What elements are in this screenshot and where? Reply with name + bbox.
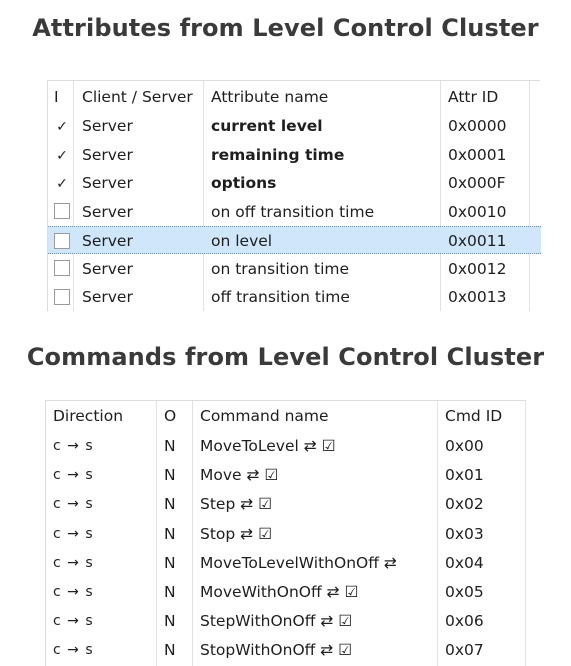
direction-cell: c → s bbox=[53, 554, 94, 571]
include-cell: ✓ bbox=[53, 112, 71, 140]
cmd-id-cell: 0x03 bbox=[445, 524, 484, 543]
command-row[interactable]: c → s N StepWithOnOff ⇄ ☑ 0x06 bbox=[46, 607, 526, 635]
attributes-section-title: Attributes from Level Control Cluster bbox=[32, 14, 539, 42]
empty-checkbox-icon[interactable] bbox=[54, 288, 70, 305]
direction-cell: c → s bbox=[53, 467, 94, 484]
o-cell: N bbox=[164, 612, 176, 631]
o-cell: N bbox=[164, 437, 176, 455]
command-row[interactable]: c → s N MoveToLevelWithOnOff ⇄ 0x04 bbox=[46, 549, 526, 577]
client-server-cell: Server bbox=[82, 145, 133, 164]
commands-header-row: Direction O Command name Cmd ID bbox=[46, 402, 526, 430]
include-cell: ✓ bbox=[53, 141, 71, 169]
attributes-table: I Client / Server Attribute name Attr ID… bbox=[47, 80, 541, 311]
command-name-cell: MoveWithOnOff ⇄ ☑ bbox=[200, 583, 359, 601]
cmd-id-cell: 0x04 bbox=[445, 553, 484, 572]
header-o[interactable]: O bbox=[164, 402, 176, 430]
attribute-row[interactable]: Server on transition time 0x0012 bbox=[48, 255, 540, 283]
checkmark-icon[interactable]: ✓ bbox=[56, 119, 68, 135]
cmd-id-cell: 0x01 bbox=[445, 466, 484, 485]
empty-checkbox-icon[interactable] bbox=[54, 203, 70, 219]
attr-id-cell: 0x0011 bbox=[448, 232, 507, 250]
header-attr-id[interactable]: Attr ID bbox=[448, 83, 498, 111]
attribute-name-cell: on transition time bbox=[211, 259, 350, 278]
include-cell bbox=[53, 255, 71, 283]
command-name-cell: Move ⇄ ☑ bbox=[200, 466, 279, 485]
command-name-cell: MoveToLevelWithOnOff ⇄ bbox=[200, 553, 397, 572]
header-include[interactable]: I bbox=[54, 83, 59, 111]
empty-checkbox-icon[interactable] bbox=[54, 260, 70, 276]
command-row[interactable]: c → s N StopWithOnOff ⇄ ☑ 0x07 bbox=[46, 636, 526, 664]
direction-cell: c → s bbox=[53, 496, 94, 513]
header-client-server[interactable]: Client / Server bbox=[82, 83, 193, 111]
attribute-name-cell: on off transition time bbox=[211, 202, 375, 221]
client-server-cell: Server bbox=[82, 202, 133, 221]
attr-id-cell: 0x000F bbox=[448, 174, 506, 192]
command-row[interactable]: c → s N MoveWithOnOff ⇄ ☑ 0x05 bbox=[46, 578, 526, 606]
checkmark-icon[interactable]: ✓ bbox=[56, 148, 68, 164]
direction-cell: c → s bbox=[53, 525, 94, 542]
client-server-cell: Server bbox=[82, 288, 133, 306]
header-attribute-name[interactable]: Attribute name bbox=[211, 83, 328, 111]
attr-id-cell: 0x0012 bbox=[448, 259, 507, 278]
attr-id-cell: 0x0013 bbox=[448, 288, 507, 306]
o-cell: N bbox=[164, 466, 176, 485]
attribute-name-cell: off transition time bbox=[211, 288, 350, 306]
o-cell: N bbox=[164, 553, 176, 572]
command-name-cell: Stop ⇄ ☑ bbox=[200, 524, 272, 543]
attribute-row[interactable]: Server on off transition time 0x0010 bbox=[48, 198, 540, 226]
empty-checkbox-icon[interactable] bbox=[54, 232, 70, 249]
o-cell: N bbox=[164, 583, 176, 601]
command-row[interactable]: c → s N Step ⇄ ☑ 0x02 bbox=[46, 490, 526, 518]
o-cell: N bbox=[164, 524, 176, 543]
client-server-cell: Server bbox=[82, 117, 133, 135]
client-server-cell: Server bbox=[82, 232, 133, 250]
attribute-name-cell: on level bbox=[211, 232, 273, 250]
attribute-row[interactable]: Server on level 0x0011 bbox=[48, 226, 541, 254]
include-cell: ✓ bbox=[53, 169, 71, 197]
command-name-cell: MoveToLevel ⇄ ☑ bbox=[200, 437, 336, 455]
o-cell: N bbox=[164, 641, 176, 660]
header-cmd-id[interactable]: Cmd ID bbox=[445, 402, 502, 430]
cmd-id-cell: 0x06 bbox=[445, 612, 484, 631]
direction-cell: c → s bbox=[53, 584, 94, 600]
command-row[interactable]: c → s N MoveToLevel ⇄ ☑ 0x00 bbox=[46, 432, 526, 460]
cmd-id-cell: 0x05 bbox=[445, 583, 484, 601]
header-command-name[interactable]: Command name bbox=[200, 402, 329, 430]
cmd-id-cell: 0x02 bbox=[445, 495, 484, 514]
commands-section-title: Commands from Level Control Cluster bbox=[26, 343, 545, 371]
direction-cell: c → s bbox=[53, 438, 94, 454]
command-name-cell: StepWithOnOff ⇄ ☑ bbox=[200, 612, 353, 631]
client-server-cell: Server bbox=[82, 259, 133, 278]
attr-id-cell: 0x0001 bbox=[448, 145, 507, 164]
client-server-cell: Server bbox=[82, 174, 133, 192]
direction-cell: c → s bbox=[53, 613, 94, 630]
header-direction[interactable]: Direction bbox=[53, 402, 123, 430]
command-row[interactable]: c → s N Stop ⇄ ☑ 0x03 bbox=[46, 520, 526, 548]
checkmark-icon[interactable]: ✓ bbox=[56, 176, 68, 192]
attribute-name-cell: current level bbox=[211, 117, 323, 135]
cmd-id-cell: 0x07 bbox=[445, 641, 484, 660]
attribute-name-cell: options bbox=[211, 174, 277, 192]
attribute-row[interactable]: ✓ Server current level 0x0000 bbox=[48, 112, 540, 140]
include-cell bbox=[53, 198, 71, 226]
command-name-cell: StopWithOnOff ⇄ ☑ bbox=[200, 641, 353, 660]
include-cell bbox=[53, 283, 71, 311]
attribute-name-cell: remaining time bbox=[211, 145, 345, 164]
attr-id-cell: 0x0010 bbox=[448, 202, 507, 221]
command-row[interactable]: c → s N Move ⇄ ☑ 0x01 bbox=[46, 461, 526, 489]
o-cell: N bbox=[164, 495, 176, 514]
attr-id-cell: 0x0000 bbox=[448, 117, 507, 135]
cmd-id-cell: 0x00 bbox=[445, 437, 484, 455]
direction-cell: c → s bbox=[53, 642, 94, 659]
attribute-row[interactable]: ✓ Server remaining time 0x0001 bbox=[48, 141, 540, 169]
attributes-header-row: I Client / Server Attribute name Attr ID bbox=[48, 83, 540, 111]
include-cell bbox=[53, 227, 71, 255]
commands-table: Direction O Command name Cmd ID c → s N Mo… bbox=[45, 400, 526, 666]
attribute-row[interactable]: ✓ Server options 0x000F bbox=[48, 169, 540, 197]
command-name-cell: Step ⇄ ☑ bbox=[200, 495, 273, 514]
attribute-row[interactable]: Server off transition time 0x0013 bbox=[48, 283, 540, 311]
